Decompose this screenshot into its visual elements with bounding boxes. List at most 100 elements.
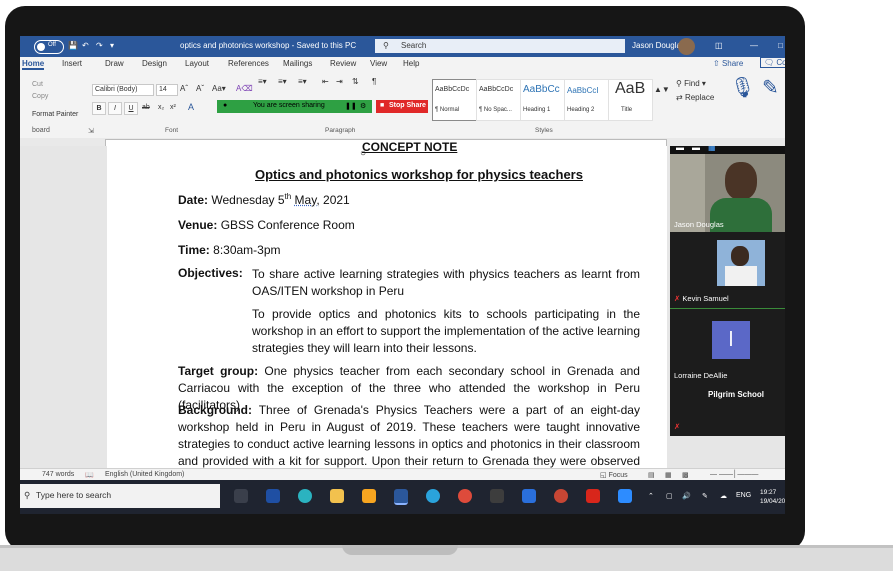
- app-icon[interactable]: [522, 489, 536, 503]
- bold-icon[interactable]: B: [92, 102, 106, 115]
- minimize-icon[interactable]: ▬: [676, 146, 684, 152]
- replace-button[interactable]: ⇄ Replace: [676, 93, 714, 102]
- telegram-icon[interactable]: [426, 489, 440, 503]
- tab-mailings[interactable]: Mailings: [283, 59, 312, 68]
- grow-font-icon[interactable]: Aˆ: [180, 84, 188, 93]
- word-count[interactable]: 747 words: [42, 471, 74, 478]
- multilevel-list-icon[interactable]: ≡▾: [298, 77, 307, 86]
- customize-icon[interactable]: ▾: [110, 41, 114, 50]
- tab-home[interactable]: Home: [22, 59, 45, 70]
- tray-chevron-icon[interactable]: ⌃: [648, 492, 654, 500]
- maximize-icon[interactable]: □: [778, 41, 783, 50]
- network-icon[interactable]: ▢: [666, 492, 673, 500]
- document-page[interactable]: CONCEPT NOTE ○ Optics and photonics work…: [107, 140, 667, 485]
- pen-icon[interactable]: ✎: [702, 492, 708, 500]
- participant-tile[interactable]: ✗ Kevin Samuel: [670, 232, 785, 308]
- language[interactable]: English (United Kingdom): [105, 471, 184, 478]
- bullets-icon[interactable]: ≡▾: [258, 77, 267, 86]
- web-layout-icon[interactable]: ▩: [682, 471, 689, 479]
- app-icon[interactable]: [266, 489, 280, 503]
- gallery-view-icon[interactable]: ▦: [708, 146, 716, 152]
- ribbon-display-icon[interactable]: ◫: [715, 41, 723, 50]
- chrome-icon[interactable]: [458, 489, 472, 503]
- app-icon[interactable]: [490, 489, 504, 503]
- font-size-select[interactable]: 14: [156, 84, 178, 96]
- find-button[interactable]: ⚲ Find ▾: [676, 79, 706, 88]
- participant-tile[interactable]: l Lorraine DeAllie: [670, 308, 785, 383]
- search-box[interactable]: ⚲ Search: [375, 39, 625, 53]
- tab-layout[interactable]: Layout: [185, 59, 209, 68]
- stop-share-button[interactable]: ■ Stop Share: [376, 100, 428, 113]
- strikethrough-icon[interactable]: ab: [142, 104, 150, 111]
- speaker-view-icon[interactable]: ▬: [692, 146, 700, 152]
- style-heading-2[interactable]: AaBbCcI Heading 2: [564, 79, 609, 121]
- onedrive-icon[interactable]: ☁: [720, 492, 727, 500]
- proofing-icon[interactable]: 📖: [85, 471, 94, 479]
- sort-icon[interactable]: ⇅: [352, 77, 359, 86]
- format-painter-button[interactable]: Format Painter: [32, 111, 78, 118]
- app-icon[interactable]: [554, 489, 568, 503]
- font-family-select[interactable]: Calibri (Body): [92, 84, 154, 96]
- participant-tile[interactable]: Jason Douglas: [670, 154, 785, 232]
- tab-help[interactable]: Help: [403, 59, 419, 68]
- tab-design[interactable]: Design: [142, 59, 167, 68]
- stop-share-label: Stop Share: [389, 102, 426, 109]
- copy-button[interactable]: Copy: [32, 93, 48, 100]
- dictate-icon[interactable]: 🎙: [730, 75, 755, 100]
- edge-icon[interactable]: [298, 489, 312, 503]
- share-settings-icon[interactable]: ⚙: [360, 102, 366, 110]
- share-button[interactable]: ⇧ Share: [713, 59, 743, 68]
- cut-button[interactable]: Cut: [32, 81, 43, 88]
- user-name[interactable]: Jason Douglas: [632, 41, 685, 50]
- tab-review[interactable]: Review: [330, 59, 356, 68]
- zoom-slider[interactable]: — ——│———: [710, 471, 758, 478]
- user-avatar[interactable]: [678, 38, 695, 55]
- clipboard-expand-icon[interactable]: ⇲: [88, 127, 94, 135]
- autosave-toggle[interactable]: Off: [34, 40, 64, 54]
- task-view-icon[interactable]: [234, 489, 248, 503]
- input-language[interactable]: ENG: [736, 492, 751, 499]
- underline-icon[interactable]: U: [124, 102, 138, 115]
- style-title[interactable]: AaB Title: [608, 79, 653, 121]
- focus-button[interactable]: ◱ Focus: [600, 471, 628, 479]
- shrink-font-icon[interactable]: Aˇ: [196, 84, 204, 93]
- date-month: May,: [294, 193, 320, 207]
- sticky-notes-icon[interactable]: [362, 489, 376, 503]
- tab-references[interactable]: References: [228, 59, 269, 68]
- style-normal[interactable]: AaBbCcDc ¶ Normal: [432, 79, 477, 121]
- save-icon[interactable]: 💾: [68, 41, 78, 50]
- tab-view[interactable]: View: [370, 59, 387, 68]
- acrobat-icon[interactable]: [586, 489, 600, 503]
- redo-icon[interactable]: ↷: [96, 41, 103, 50]
- italic-icon[interactable]: I: [108, 102, 122, 115]
- tab-draw[interactable]: Draw: [105, 59, 124, 68]
- change-case-icon[interactable]: Aa▾: [212, 84, 226, 93]
- file-explorer-icon[interactable]: [330, 489, 344, 503]
- style-sample: AaBbCcDc: [479, 86, 514, 93]
- text-effects-icon[interactable]: A: [188, 102, 194, 112]
- tab-insert[interactable]: Insert: [62, 59, 82, 68]
- read-mode-icon[interactable]: ▤: [648, 471, 655, 479]
- minimize-icon[interactable]: —: [750, 41, 758, 50]
- numbering-icon[interactable]: ≡▾: [278, 77, 287, 86]
- zoom-icon[interactable]: [618, 489, 632, 503]
- word-icon[interactable]: [394, 489, 408, 505]
- style-no-spacing[interactable]: AaBbCcDc ¶ No Spac...: [476, 79, 521, 121]
- clear-formatting-icon[interactable]: A⌫: [236, 84, 253, 93]
- increase-indent-icon[interactable]: ⇥: [336, 77, 343, 86]
- styles-scroll-icon[interactable]: ▲▼: [654, 85, 670, 94]
- subscript-icon[interactable]: x₂: [158, 104, 164, 111]
- style-heading-1[interactable]: AaBbCc Heading 1: [520, 79, 565, 121]
- superscript-icon[interactable]: x²: [170, 104, 176, 111]
- pilcrow-icon[interactable]: ¶: [372, 77, 376, 86]
- comments-button[interactable]: 🗨 Cor: [760, 57, 785, 68]
- volume-icon[interactable]: 🔊: [682, 492, 691, 500]
- clock[interactable]: 19:27 19/04/202: [760, 488, 785, 506]
- undo-icon[interactable]: ↶: [82, 41, 89, 50]
- decrease-indent-icon[interactable]: ⇤: [322, 77, 329, 86]
- editor-icon[interactable]: ✎: [762, 75, 779, 100]
- pause-share-icon[interactable]: ❚❚: [345, 102, 357, 110]
- print-layout-icon[interactable]: ▦: [665, 471, 672, 479]
- participant-tile[interactable]: Pilgrim School ✗: [670, 382, 785, 436]
- taskbar-search[interactable]: ⚲ Type here to search: [20, 484, 220, 508]
